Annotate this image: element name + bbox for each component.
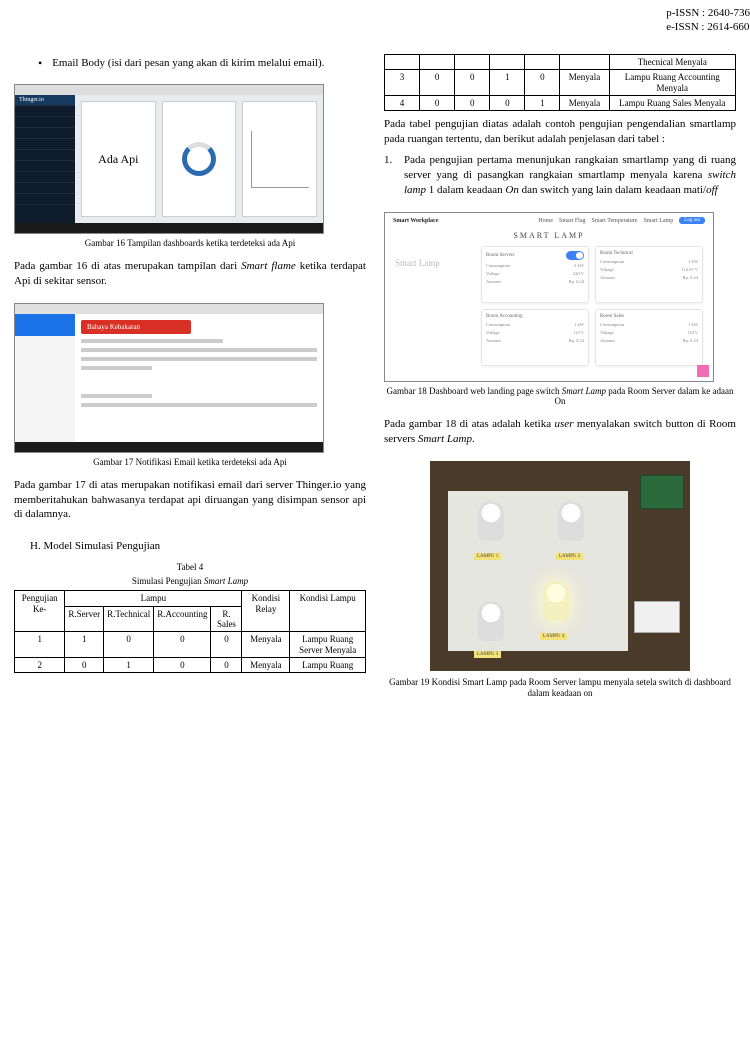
figure-18-caption: Gambar 18 Dashboard web landing page swi…: [384, 386, 736, 408]
bullet-text: Email Body (isi dari pesan yang akan di …: [52, 56, 324, 70]
table-4-number: Tabel 4: [14, 562, 366, 572]
e-issn: e-ISSN : 2614-660: [666, 20, 750, 34]
issn-block: p-ISSN : 2640-736 e-ISSN : 2614-660: [666, 6, 750, 35]
th-rserver: R.Server: [65, 606, 104, 632]
thinger-brand: Thinger.io: [15, 95, 75, 106]
scroll-indicator-icon: [697, 365, 709, 377]
left-column: • Email Body (isi dari pesan yang akan d…: [14, 54, 366, 708]
table-row: 3 0 0 1 0 Menyala Lampu Ruang Accounting…: [385, 70, 736, 96]
lamp-label: LAMPU 2: [556, 553, 583, 560]
room-sales-card: Room Sales Consumption1 kW Voltage114 V …: [595, 309, 703, 366]
socket-icon: [634, 601, 680, 633]
figure-19: LAMPU 1 LAMPU 2 LAMPU 3 LAMPU 4: [384, 461, 736, 671]
table-row: Thecnical Menyala: [385, 55, 736, 70]
th-lampu: Lampu: [65, 591, 242, 606]
bullet-icon: •: [38, 56, 42, 70]
paragraph-16: Pada gambar 16 di atas merupakan tampila…: [14, 259, 366, 289]
chart-panel: [242, 101, 317, 217]
p-issn: p-ISSN : 2640-736: [666, 6, 750, 20]
list-item: 1. Pada pengujian pertama menunjukan ran…: [384, 153, 736, 198]
page-banner: SMART LAMP: [385, 229, 713, 242]
lamp-label: LAMPU 1: [474, 553, 501, 560]
paragraph-17: Pada gambar 17 di atas merupakan notifik…: [14, 478, 366, 523]
table-row: 4 0 0 0 1 Menyala Lampu Ruang Sales Meny…: [385, 96, 736, 111]
figure-19-caption: Gambar 19 Kondisi Smart Lamp pada Room S…: [384, 677, 736, 699]
lamp-icon: [478, 501, 504, 541]
th-kondisi: Kondisi Lampu: [290, 591, 366, 632]
email-subject: Bahaya Kebakaran: [81, 320, 191, 334]
th-rtech: R.Technical: [104, 606, 154, 632]
lamp-on-icon: [543, 581, 569, 621]
th-raccou: R.Accounting: [154, 606, 211, 632]
section-h-heading: H. Model Simulasi Pengujian: [30, 540, 366, 552]
figure-17-image: Bahaya Kebakaran: [14, 303, 324, 453]
figure-18: Smart Workplace Home Smart Flag Smart Te…: [384, 212, 736, 382]
figure-16: Thinger.io Ada Api: [14, 84, 366, 234]
table-4: Pengujian Ke- Lampu Kondisi Relay Kondis…: [14, 590, 366, 673]
figure-17-caption: Gambar 17 Notifikasi Email ketika terdet…: [14, 457, 366, 468]
right-column: Thecnical Menyala 3 0 0 1 0 Menyala Lamp…: [384, 54, 736, 708]
fire-status-panel: Ada Api: [81, 101, 156, 217]
lamp-icon: [558, 501, 584, 541]
figure-17: Bahaya Kebakaran: [14, 303, 366, 453]
toggle-on-icon[interactable]: [566, 251, 584, 260]
table-explain-intro: Pada tabel pengujian diatas adalah conto…: [384, 117, 736, 147]
figure-18-image: Smart Workplace Home Smart Flag Smart Te…: [384, 212, 714, 382]
figure-19-image: LAMPU 1 LAMPU 2 LAMPU 3 LAMPU 4: [430, 461, 690, 671]
controller-box-icon: [640, 475, 684, 509]
th-relay: Kondisi Relay: [242, 591, 290, 632]
two-column-layout: • Email Body (isi dari pesan yang akan d…: [14, 54, 736, 708]
numbered-list: 1. Pada pengujian pertama menunjukan ran…: [384, 153, 736, 198]
logout-button[interactable]: Log out: [679, 217, 705, 224]
figure-16-caption: Gambar 16 Tampilan dashboards ketika ter…: [14, 238, 366, 249]
th-rsales: R. Sales: [211, 606, 242, 632]
table-row: 2 0 1 0 0 Menyala Lampu Ruang: [15, 657, 366, 672]
lamp-label: LAMPU 3: [474, 651, 501, 658]
paragraph-18: Pada gambar 18 di atas adalah ketika use…: [384, 417, 736, 447]
lamp-label: LAMPU 4: [540, 633, 567, 640]
bullet-item: • Email Body (isi dari pesan yang akan d…: [38, 56, 366, 70]
room-accounting-card: Room Accounting Consumption1 kW Voltage1…: [481, 309, 589, 366]
gauge-panel: [162, 101, 237, 217]
table-row: 1 1 0 0 0 Menyala Lampu Ruang Server Men…: [15, 632, 366, 658]
th-pengujian: Pengujian Ke-: [15, 591, 65, 632]
room-technical-card: Room Technical Consumption1 kW Voltage11…: [595, 246, 703, 303]
lamp-icon: [478, 601, 504, 641]
figure-16-image: Thinger.io Ada Api: [14, 84, 324, 234]
brand-label: Smart Workplace: [393, 218, 438, 224]
room-servers-card: Room Servers Consumption2 kW Voltage220 …: [481, 246, 589, 303]
side-label: Smart Lamp: [395, 246, 475, 366]
table-4-title: Simulasi Pengujian Smart Lamp: [14, 576, 366, 586]
table-4-continued: Thecnical Menyala 3 0 0 1 0 Menyala Lamp…: [384, 54, 736, 111]
